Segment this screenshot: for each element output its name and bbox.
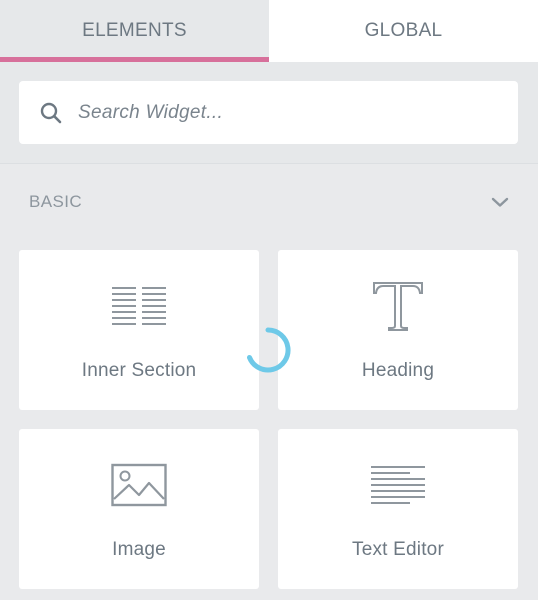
widget-heading[interactable]: Heading bbox=[278, 250, 518, 410]
search-area bbox=[0, 62, 538, 164]
text-editor-icon bbox=[368, 457, 428, 513]
image-icon bbox=[109, 457, 169, 513]
widget-label: Text Editor bbox=[352, 539, 444, 560]
widget-label: Inner Section bbox=[81, 360, 197, 381]
category-header-basic[interactable]: BASIC bbox=[0, 164, 538, 240]
panel-tabs: ELEMENTS GLOBAL bbox=[0, 0, 538, 62]
widget-text-editor[interactable]: Text Editor bbox=[278, 429, 518, 589]
columns-icon bbox=[109, 278, 169, 334]
tab-global[interactable]: GLOBAL bbox=[269, 0, 538, 62]
chevron-down-icon[interactable] bbox=[490, 192, 510, 212]
search-icon bbox=[39, 101, 63, 125]
search-input[interactable] bbox=[76, 100, 480, 125]
loading-spinner-icon bbox=[245, 327, 291, 373]
heading-t-icon bbox=[368, 278, 428, 334]
widget-label: Heading bbox=[361, 360, 435, 381]
search-box[interactable] bbox=[19, 81, 518, 144]
category-title: BASIC bbox=[29, 192, 83, 211]
widget-image[interactable]: Image bbox=[19, 429, 259, 589]
widget-label: Image bbox=[112, 539, 166, 560]
widget-inner-section[interactable]: Inner Section bbox=[19, 250, 259, 410]
tab-elements[interactable]: ELEMENTS bbox=[0, 0, 269, 62]
